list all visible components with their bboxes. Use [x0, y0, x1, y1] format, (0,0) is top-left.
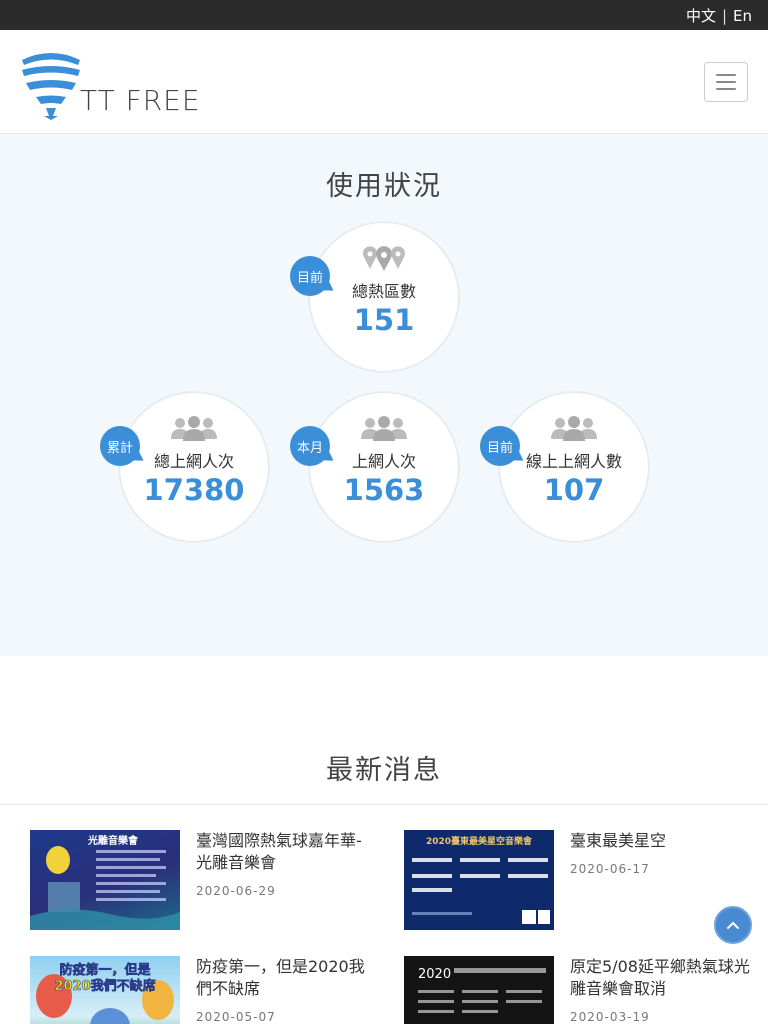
- stat-monthly-visits: 上網人次 1563: [309, 392, 459, 542]
- map-pin-icon: [310, 245, 458, 271]
- thumb-heading: 2020臺東最美星空音樂會: [426, 835, 533, 847]
- news-item-title[interactable]: 防疫第一，但是2020我們不缺席: [196, 956, 376, 1000]
- menu-toggle-button[interactable]: [704, 62, 748, 102]
- news-title: 最新消息: [326, 755, 442, 786]
- stat-online-users: 線上上網人數 107: [499, 392, 649, 542]
- lang-separator: |: [721, 6, 728, 25]
- news-item[interactable]: 2020 原定5/08延平鄉熱氣球光雕音樂會取消 2020-03-19: [404, 956, 750, 1024]
- users-icon: [500, 415, 648, 441]
- news-item-date: 2020-06-17: [570, 862, 650, 876]
- stat-hotspots: 總熱區數 151: [309, 222, 459, 372]
- news-item-title[interactable]: 臺灣國際熱氣球嘉年華-光雕音樂會: [196, 830, 376, 874]
- usage-section: 使用狀況 總熱區數 151 目前 總上網人次 17380 累計 上網人次 156…: [0, 134, 768, 656]
- news-divider: [0, 804, 768, 805]
- news-thumbnail[interactable]: 2020臺東最美星空音樂會: [404, 830, 554, 930]
- stat-total-visits: 總上網人次 17380: [119, 392, 269, 542]
- news-item-title[interactable]: 原定5/08延平鄉熱氣球光雕音樂會取消: [570, 956, 750, 1000]
- news-thumbnail[interactable]: 光雕音樂會: [30, 830, 180, 930]
- stat-value: 107: [543, 473, 605, 507]
- news-item-title[interactable]: 臺東最美星空: [570, 830, 750, 852]
- stat-value: 151: [353, 303, 415, 337]
- news-thumbnail[interactable]: 2020: [404, 956, 554, 1024]
- hamburger-icon: [716, 74, 736, 76]
- thumb-heading: 防疫第一，但是: [59, 962, 151, 978]
- thumb-heading: 2020: [418, 967, 451, 982]
- top-bar: 中文 | En: [0, 0, 768, 30]
- stat-badge: 目前: [480, 426, 520, 466]
- lang-en-link[interactable]: En: [733, 7, 752, 25]
- users-icon: [120, 415, 268, 441]
- chevron-up-icon: [727, 921, 739, 929]
- stat-value: 1563: [343, 473, 425, 507]
- thumb-heading: 2020我們不缺席: [54, 978, 155, 994]
- stat-badge: 目前: [290, 256, 330, 296]
- news-item[interactable]: 防疫第一，但是 2020我們不缺席 防疫第一，但是2020我們不缺席 2020-…: [30, 956, 370, 1024]
- news-item[interactable]: 光雕音樂會 臺灣國際熱氣球嘉年華-光雕音樂會 2020-06-29: [30, 830, 370, 940]
- stat-badge: 累計: [100, 426, 140, 466]
- news-item-date: 2020-03-19: [570, 1010, 650, 1024]
- lang-zh-link[interactable]: 中文: [686, 5, 716, 26]
- news-item-date: 2020-06-29: [196, 884, 276, 898]
- site-header: TT FREE: [0, 30, 768, 134]
- language-switcher: 中文 | En: [686, 5, 752, 26]
- logo-text: TT FREE: [80, 84, 201, 117]
- scroll-to-top-button[interactable]: [714, 906, 752, 944]
- stat-value: 17380: [143, 473, 245, 507]
- news-item-date: 2020-05-07: [196, 1010, 276, 1024]
- stat-badge: 本月: [290, 426, 330, 466]
- thumb-heading: 光雕音樂會: [87, 834, 139, 847]
- users-icon: [310, 415, 458, 441]
- balloon-logo-icon: [22, 53, 80, 120]
- site-logo[interactable]: TT FREE: [20, 48, 210, 120]
- usage-title: 使用狀況: [326, 171, 442, 202]
- news-thumbnail[interactable]: 防疫第一，但是 2020我們不缺席: [30, 956, 180, 1024]
- news-item[interactable]: 2020臺東最美星空音樂會 臺東最美星空 2020-06-17: [404, 830, 744, 940]
